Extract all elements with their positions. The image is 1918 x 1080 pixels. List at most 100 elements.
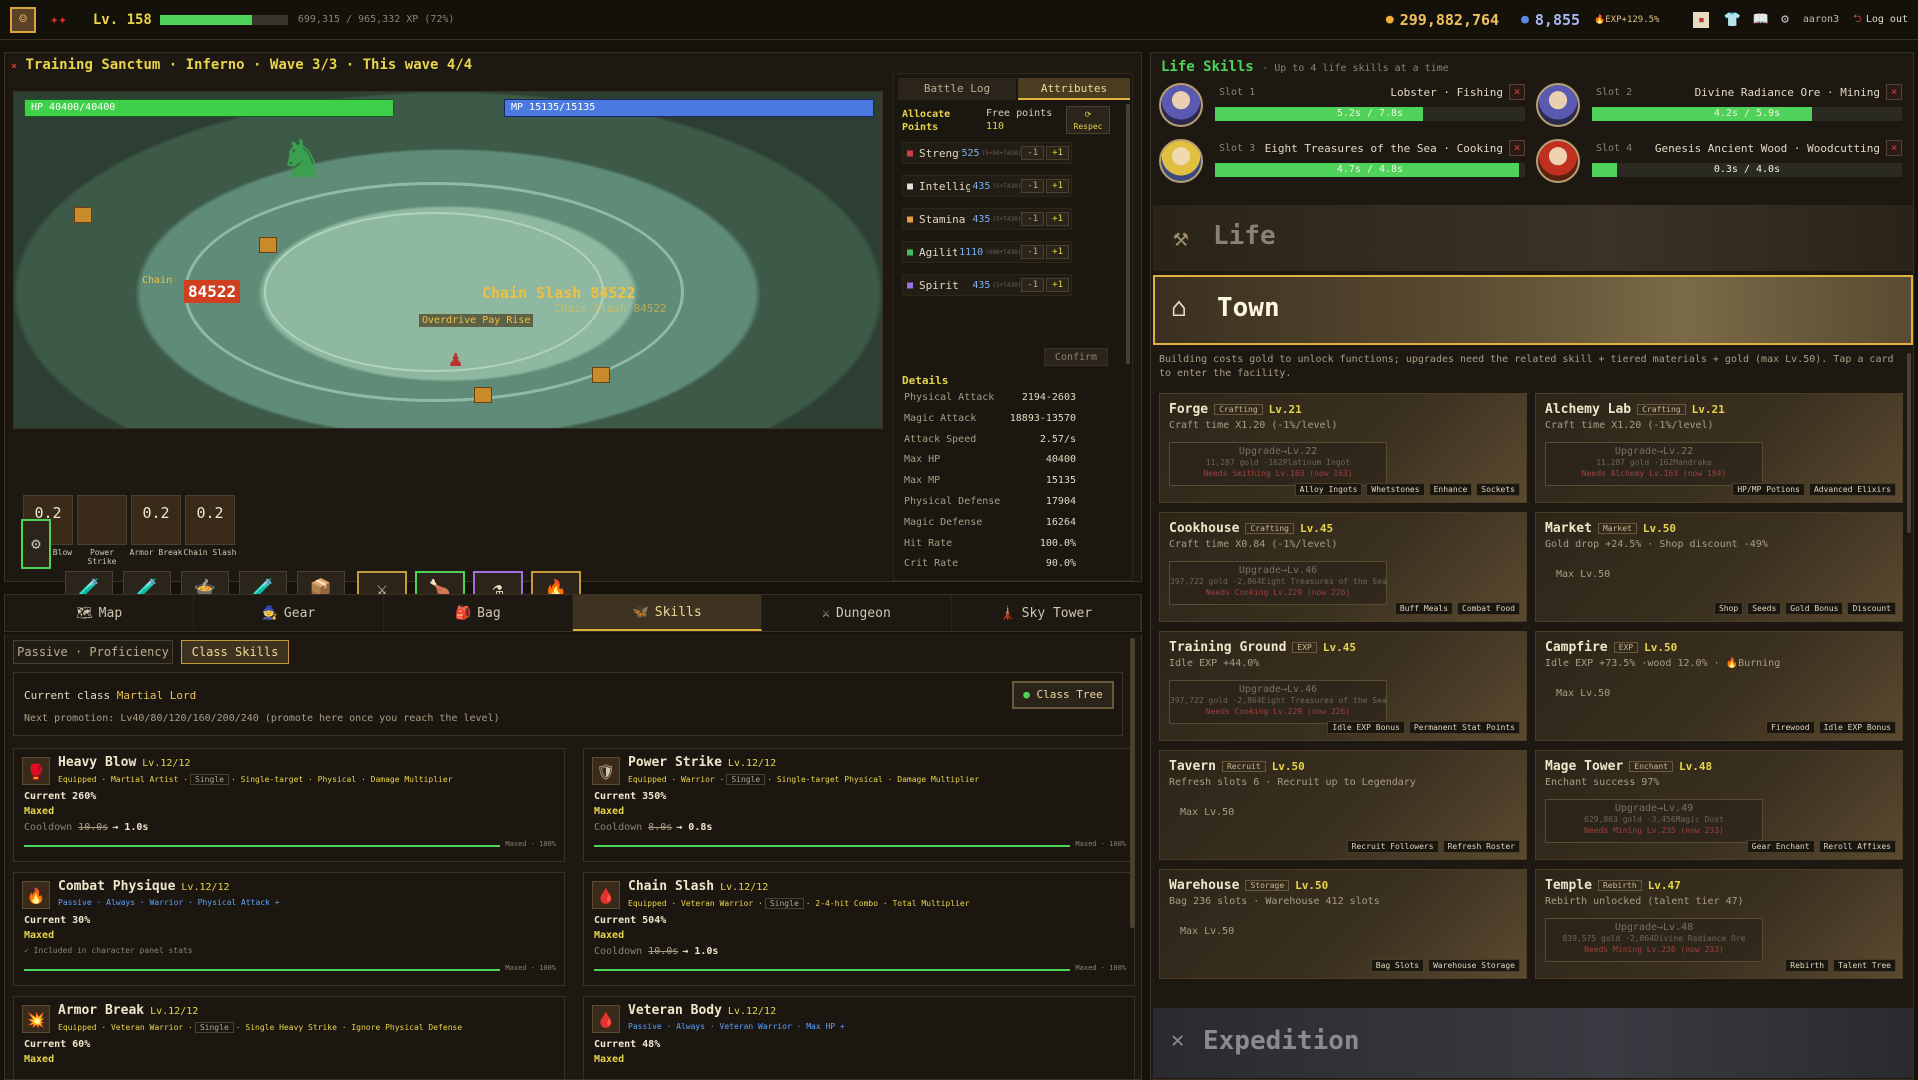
- nav-tab-dungeon[interactable]: ⚔ Dungeon: [762, 595, 952, 631]
- upgrade-button[interactable]: Upgrade→Lv.22 11,287 gold ·162Platinum In…: [1169, 442, 1387, 486]
- confirm-button[interactable]: Confirm: [1044, 348, 1108, 366]
- feature-chip[interactable]: Rebirth: [1785, 959, 1830, 972]
- feature-chip[interactable]: Warehouse Storage: [1428, 959, 1520, 972]
- respec-button[interactable]: ⟳ Respec: [1066, 106, 1110, 134]
- attr-plus-button[interactable]: +1: [1046, 245, 1069, 259]
- feature-chip[interactable]: Refresh Roster: [1442, 840, 1520, 853]
- feature-chip[interactable]: Bag Slots: [1370, 959, 1425, 972]
- attr-plus-button[interactable]: +1: [1046, 146, 1069, 160]
- feature-chip[interactable]: Gear Enchant: [1746, 840, 1815, 853]
- feature-chip[interactable]: Discount: [1847, 602, 1896, 615]
- expedition-banner[interactable]: ✕ Expedition: [1153, 1008, 1913, 1078]
- event-icon[interactable]: ▪: [1693, 11, 1710, 28]
- building-card-campfire[interactable]: Campfire EXP Lv.50 Idle EXP +73.5% ·wood 12…: [1535, 631, 1903, 741]
- attr-name: Stamina: [919, 212, 966, 226]
- building-card-temple[interactable]: Temple Rebirth Lv.47 Rebirth unlocked (tale…: [1535, 869, 1903, 979]
- building-card-warehouse[interactable]: Warehouse Storage Lv.50 Bag 236 slots · War…: [1159, 869, 1527, 979]
- feature-chip[interactable]: Shop: [1713, 602, 1744, 615]
- auto-toggle[interactable]: ⚙: [21, 519, 51, 569]
- feature-chip[interactable]: Idle EXP Bonus: [1818, 721, 1896, 734]
- skill-card[interactable]: 🥊 Heavy Blow Lv.12/12 Equipped · Martial Ar…: [13, 748, 565, 862]
- building-card-tavern[interactable]: Tavern Recruit Lv.50 Refresh slots 6 · Recr…: [1159, 750, 1527, 860]
- skill-level: Lv.12/12: [720, 882, 769, 893]
- life-slot-close-button[interactable]: ×: [1509, 140, 1525, 156]
- feature-chip[interactable]: Reroll Affixes: [1818, 840, 1896, 853]
- class-tree-button[interactable]: ● Class Tree: [1012, 681, 1114, 709]
- right-scrollbar[interactable]: [1907, 353, 1911, 533]
- skill-slot[interactable]: 0.2 Chain Slash: [184, 495, 236, 557]
- feature-chip[interactable]: Enhance: [1428, 483, 1473, 496]
- attr-minus-button[interactable]: -1: [1021, 212, 1045, 226]
- skill-card[interactable]: 🛡 Power Strike Lv.12/12 Equipped · Warrior …: [583, 748, 1135, 862]
- subtab-passive[interactable]: Passive · Proficiency: [13, 640, 173, 664]
- upgrade-button[interactable]: Upgrade→Lv.22 11,287 gold ·162Mandrake Nee…: [1545, 442, 1763, 486]
- class-info: Current class Martial Lord Next promotio…: [13, 672, 1123, 736]
- feature-chip[interactable]: HP/MP Potions: [1732, 483, 1805, 496]
- player-avatar[interactable]: ☺: [10, 6, 36, 33]
- feature-chip[interactable]: Gold Bonus: [1785, 602, 1844, 615]
- town-banner[interactable]: ⌂ Town: [1153, 275, 1913, 345]
- building-level: Lv.45: [1299, 522, 1334, 535]
- building-card-forge[interactable]: Forge Crafting Lv.21 Craft time X1.20 (-1%/…: [1159, 393, 1527, 503]
- attr-minus-button[interactable]: -1: [1021, 278, 1045, 292]
- nav-tab-map[interactable]: 🗺 Map: [5, 595, 195, 631]
- nav-tab-sky-tower[interactable]: 🗼 Sky Tower: [952, 595, 1141, 631]
- feature-chip[interactable]: Sockets: [1476, 483, 1520, 496]
- nav-tab-gear[interactable]: 🧙 Gear: [194, 595, 384, 631]
- life-slot[interactable]: Slot 3 Eight Treasures of the Sea · Cooki…: [1159, 137, 1529, 185]
- gear-icon[interactable]: ⚙: [1781, 12, 1789, 27]
- subtab-class-skills[interactable]: Class Skills: [181, 640, 289, 664]
- skill-card[interactable]: 💥 Armor Break Lv.12/12 Equipped · Veteran W…: [13, 996, 565, 1079]
- attr-plus-button[interactable]: +1: [1046, 179, 1069, 193]
- feature-chip[interactable]: Combat Food: [1457, 602, 1520, 615]
- attr-plus-button[interactable]: +1: [1046, 212, 1069, 226]
- building-card-cookhouse[interactable]: Cookhouse Crafting Lv.45 Craft time X0.84 (…: [1159, 512, 1527, 622]
- attr-minus-button[interactable]: -1: [1021, 179, 1045, 193]
- skill-slot[interactable]: 0.2 Armor Break: [130, 495, 182, 557]
- life-slot[interactable]: Slot 1 Lobster · Fishing × 5.2s / 7.8s: [1159, 81, 1529, 129]
- feature-chip[interactable]: Alloy Ingots: [1294, 483, 1363, 496]
- skill-slot[interactable]: Power Strike: [77, 495, 127, 566]
- tab-battle-log[interactable]: Battle Log: [898, 78, 1016, 100]
- skill-card[interactable]: 🔥 Combat Physique Lv.12/12 Passive · Always…: [13, 872, 565, 986]
- feature-chip[interactable]: Permanent Stat Points: [1408, 721, 1520, 734]
- feature-chip[interactable]: Talent Tree: [1833, 959, 1896, 972]
- skill-card[interactable]: 🩸 Chain Slash Lv.12/12 Equipped · Veteran W…: [583, 872, 1135, 986]
- shirt-icon[interactable]: 👕: [1723, 12, 1740, 28]
- building-card-alchemy-lab[interactable]: Alchemy Lab Crafting Lv.21 Craft time X1.20…: [1535, 393, 1903, 503]
- life-slot-close-button[interactable]: ×: [1886, 140, 1902, 156]
- upgrade-button[interactable]: Upgrade→Lv.46 397,722 gold ·2,864Eight Tr…: [1169, 680, 1387, 724]
- skills-scrollbar[interactable]: [1130, 638, 1135, 928]
- life-slot[interactable]: Slot 4 Genesis Ancient Wood · Woodcutting…: [1536, 137, 1906, 185]
- upgrade-button[interactable]: Upgrade→Lv.46 397,722 gold ·2,864Eight Tr…: [1169, 561, 1387, 605]
- life-slot-close-button[interactable]: ×: [1886, 84, 1902, 100]
- attr-plus-button[interactable]: +1: [1046, 278, 1069, 292]
- logout-button[interactable]: Log out: [1866, 14, 1908, 25]
- nav-tab-skills[interactable]: 🦋 Skills: [572, 595, 763, 631]
- skill-slot-name: Power Strike: [87, 548, 117, 566]
- building-card-mage-tower[interactable]: Mage Tower Enchant Lv.48 Enchant success 97…: [1535, 750, 1903, 860]
- attr-scrollbar[interactable]: [1126, 104, 1130, 364]
- feature-chip[interactable]: Buff Meals: [1394, 602, 1454, 615]
- life-slot-close-button[interactable]: ×: [1509, 84, 1525, 100]
- feature-chip[interactable]: Advanced Elixirs: [1808, 483, 1896, 496]
- tab-attributes[interactable]: Attributes: [1018, 78, 1130, 100]
- upgrade-button[interactable]: Upgrade→Lv.49 629,863 gold ·3,456Magic Du…: [1545, 799, 1763, 843]
- book-icon[interactable]: 📖: [1753, 12, 1769, 27]
- building-card-market[interactable]: Market Market Lv.50 Gold drop +24.5% · Shop…: [1535, 512, 1903, 622]
- feature-chip[interactable]: Idle EXP Bonus: [1327, 721, 1405, 734]
- building-name: Mage Tower: [1545, 759, 1624, 774]
- skill-card[interactable]: 🩸 Veteran Body Lv.12/12 Passive · Always · …: [583, 996, 1135, 1079]
- attr-minus-button[interactable]: -1: [1021, 146, 1045, 160]
- feature-chip[interactable]: Seeds: [1747, 602, 1782, 615]
- life-slot[interactable]: Slot 2 Divine Radiance Ore · Mining × 4.2s …: [1536, 81, 1906, 129]
- attr-minus-button[interactable]: -1: [1021, 245, 1045, 259]
- life-banner[interactable]: ⚒ Life: [1153, 205, 1913, 271]
- feature-chip[interactable]: Firewood: [1766, 721, 1815, 734]
- close-icon[interactable]: ×: [11, 61, 17, 72]
- nav-tab-bag[interactable]: 🎒 Bag: [384, 595, 573, 631]
- feature-chip[interactable]: Whetstones: [1366, 483, 1425, 496]
- feature-chip[interactable]: Recruit Followers: [1346, 840, 1439, 853]
- upgrade-button[interactable]: Upgrade→Lv.48 839,575 gold ·2,864Divine R…: [1545, 918, 1763, 962]
- building-card-training-ground[interactable]: Training Ground EXP Lv.45 Idle EXP +44.0% Up…: [1159, 631, 1527, 741]
